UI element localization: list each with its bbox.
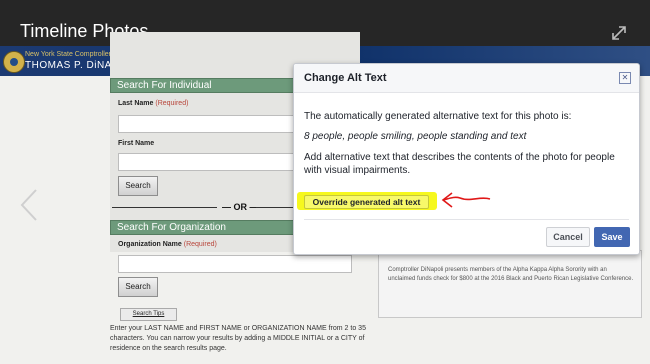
or-divider-left [112,207,217,208]
org-name-input[interactable] [118,255,352,273]
or-divider-text: OR [233,202,248,212]
required-tag-org: (Required) [183,241,217,248]
dialog-header: Change Alt Text ✕ [294,64,639,93]
search-organization-button[interactable]: Search [118,277,158,297]
dialog-divider [304,219,629,220]
annotation-arrow-icon [441,192,491,208]
state-seal-icon [3,51,25,73]
required-tag: (Required) [155,100,189,107]
chevron-left-icon[interactable] [18,187,40,223]
override-alt-text-button[interactable]: Override generated alt text [304,195,429,209]
alt-text-instruction: Add alternative text that describes the … [304,152,615,176]
generated-alt-text: 8 people, people smiling, people standin… [304,131,527,142]
search-instructions: Enter your LAST NAME and FIRST NAME or O… [110,325,366,352]
or-divider: — OR — [222,202,259,212]
news-caption: Comptroller DiNapoli presents members of… [388,267,634,282]
news-box [378,250,642,318]
change-alt-text-dialog: Change Alt Text ✕ The automatically gene… [293,63,640,255]
expand-icon[interactable] [610,24,628,42]
search-individual-button[interactable]: Search [118,176,158,196]
org-name-label: Organization Name (Required) [118,241,217,248]
close-icon[interactable]: ✕ [619,72,631,84]
search-tips-button[interactable]: Search Tips [120,308,177,321]
org-name-label-text: Organization Name [118,241,182,248]
first-name-label: First Name [118,140,155,147]
last-name-label-text: Last Name [118,100,154,107]
cancel-button[interactable]: Cancel [546,227,590,247]
dialog-title: Change Alt Text [304,72,387,84]
save-button[interactable]: Save [594,227,630,247]
banner-subtitle: New York State Comptroller [25,51,111,58]
last-name-label: Last Name (Required) [118,100,188,107]
alt-text-intro: The automatically generated alternative … [304,111,572,122]
